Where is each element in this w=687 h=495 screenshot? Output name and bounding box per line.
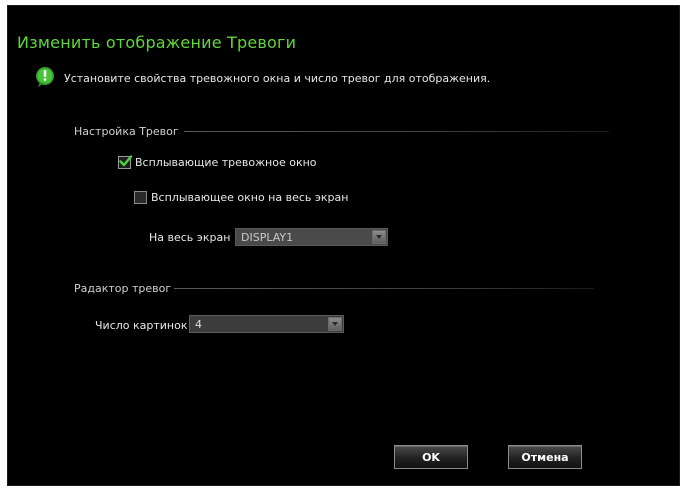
popup-window-checkbox[interactable] [118, 155, 133, 169]
alarm-editor-group-label: Радактор тревог [74, 282, 172, 295]
info-text: Установите свойства тревожного окна и чи… [64, 72, 491, 85]
fullscreen-display-value: DISPLAY1 [241, 231, 294, 244]
alarm-settings-divider [184, 131, 609, 132]
checkmark-icon [119, 155, 133, 167]
picture-count-label: Число картинок [95, 319, 188, 332]
cancel-button[interactable]: Отмена [508, 445, 582, 469]
popup-window-label: Всплывающие тревожное окно [135, 156, 317, 169]
fullscreen-popup-option[interactable]: Всплывающее окно на весь экран [134, 191, 348, 204]
ok-button[interactable]: OK [394, 445, 468, 469]
chevron-down-icon[interactable] [372, 230, 386, 244]
fullscreen-display-label: На весь экран [149, 231, 231, 244]
alarm-editor-divider [174, 288, 594, 289]
fullscreen-display-select[interactable]: DISPLAY1 [235, 228, 388, 246]
picture-count-select[interactable]: 4 [189, 315, 344, 333]
picture-count-value: 4 [195, 318, 202, 331]
alarm-display-dialog: Изменить отображение Тревоги Установите … [7, 5, 680, 486]
alarm-settings-group-label: Настройка Тревог [74, 125, 179, 138]
popup-window-option[interactable]: Всплывающие тревожное окно [118, 155, 317, 169]
fullscreen-popup-checkbox[interactable] [134, 191, 147, 204]
dialog-title: Изменить отображение Тревоги [17, 33, 297, 52]
chevron-down-icon[interactable] [328, 317, 342, 331]
fullscreen-popup-label: Всплывающее окно на весь экран [151, 191, 349, 204]
info-bubble-icon [34, 66, 56, 88]
